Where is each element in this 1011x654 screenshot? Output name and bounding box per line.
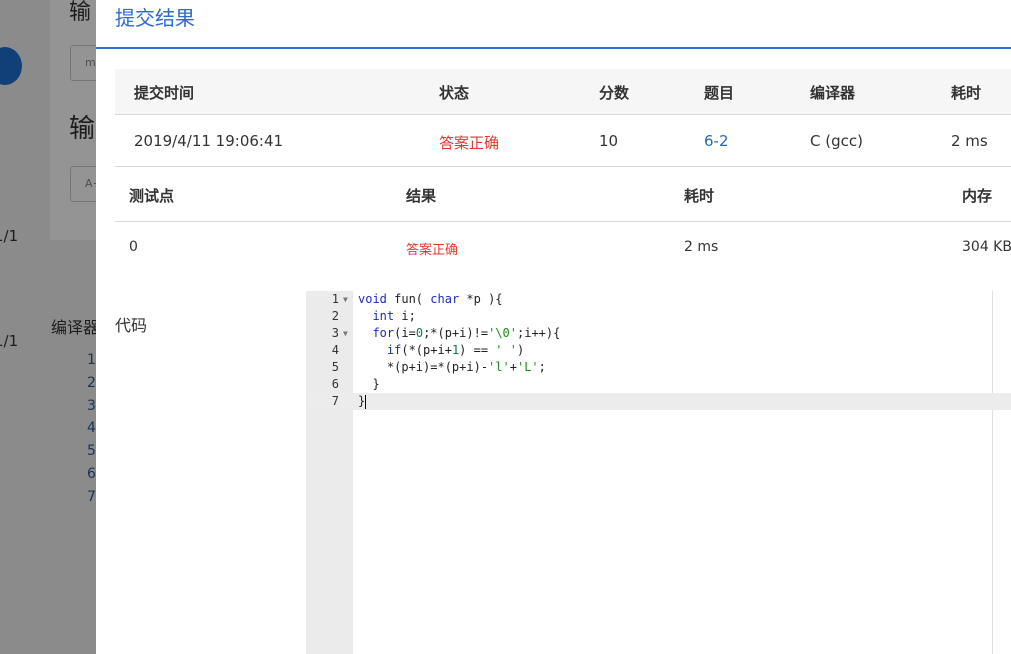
code-text: for(i=0;*(p+i)!='\0';i++){ bbox=[372, 326, 561, 340]
code-text: if(*(p+i+1) == ' ') bbox=[386, 343, 525, 357]
line-number: 2 bbox=[331, 309, 339, 323]
code-line[interactable]: 4 if(*(p+i+1) == ' ') bbox=[306, 342, 1011, 359]
test-result: 答案正确 bbox=[406, 243, 459, 258]
header-result: 结果 bbox=[406, 187, 437, 205]
line-number: 6 bbox=[331, 377, 339, 391]
code-line[interactable]: 2 int i; bbox=[306, 308, 1011, 325]
score-value: 10 bbox=[599, 132, 619, 150]
code-line[interactable]: 5 *(p+i)=*(p+i)-'l'+'L'; bbox=[306, 359, 1011, 376]
header-status: 状态 bbox=[439, 84, 470, 102]
summary-table-header: 提交时间 状态 分数 题目 编译器 耗时 bbox=[115, 69, 1011, 115]
code-text: *(p+i)=*(p+i)-'l'+'L'; bbox=[358, 360, 546, 374]
test-memory: 304 KB bbox=[962, 239, 1011, 255]
compiler-value: C (gcc) bbox=[810, 132, 863, 150]
text-cursor bbox=[365, 394, 367, 409]
panel-title: 提交结果 bbox=[115, 6, 195, 30]
test-point-id: 0 bbox=[129, 239, 138, 255]
code-label: 代码 bbox=[115, 316, 148, 335]
line-number: 1 bbox=[331, 292, 339, 306]
test-case-row: 0 答案正确 2 ms 304 KB bbox=[115, 222, 1011, 274]
line-number: 7 bbox=[331, 394, 339, 408]
header-test-point: 测试点 bbox=[129, 187, 175, 205]
header-submit-time: 提交时间 bbox=[134, 84, 195, 102]
summary-table-row: 2019/4/11 19:06:41 答案正确 10 6-2 C (gcc) 2… bbox=[115, 115, 1011, 167]
code-line[interactable]: 3 ▼ for(i=0;*(p+i)!='\0';i++){ bbox=[306, 325, 1011, 342]
code-text: } bbox=[358, 377, 380, 391]
submit-time: 2019/4/11 19:06:41 bbox=[134, 132, 284, 150]
header-time: 耗时 bbox=[684, 187, 715, 205]
line-number: 5 bbox=[331, 360, 339, 374]
header-memory: 内存 bbox=[962, 187, 993, 205]
code-text: void fun( char *p ){ bbox=[358, 292, 503, 306]
test-time: 2 ms bbox=[684, 239, 719, 255]
line-number: 4 bbox=[331, 343, 339, 357]
code-editor[interactable]: 1 ▼ void fun( char *p ){ 2 int i; 3 ▼ fo… bbox=[306, 291, 1011, 654]
title-divider bbox=[96, 47, 1011, 49]
code-text: int i; bbox=[372, 309, 416, 323]
code-text: } bbox=[358, 394, 367, 409]
header-duration: 耗时 bbox=[951, 84, 982, 102]
duration-value: 2 ms bbox=[951, 132, 988, 150]
problem-link[interactable]: 6-2 bbox=[704, 132, 729, 150]
fold-arrow-icon[interactable]: ▼ bbox=[343, 291, 348, 308]
code-line[interactable]: 1 ▼ void fun( char *p ){ bbox=[306, 291, 1011, 308]
submission-result-panel: 提交结果 提交时间 状态 分数 题目 编译器 耗时 2019/4/11 19:0… bbox=[96, 0, 1011, 654]
code-line-active[interactable]: 7 } bbox=[306, 393, 1011, 410]
status-value: 答案正确 bbox=[439, 134, 500, 152]
header-score: 分数 bbox=[599, 84, 630, 102]
test-case-table-header: 测试点 结果 耗时 内存 bbox=[115, 167, 1011, 222]
header-problem: 题目 bbox=[704, 84, 735, 102]
line-number: 3 bbox=[331, 326, 339, 340]
header-compiler: 编译器 bbox=[810, 84, 856, 102]
fold-arrow-icon[interactable]: ▼ bbox=[343, 325, 348, 342]
code-line[interactable]: 6 } bbox=[306, 376, 1011, 393]
